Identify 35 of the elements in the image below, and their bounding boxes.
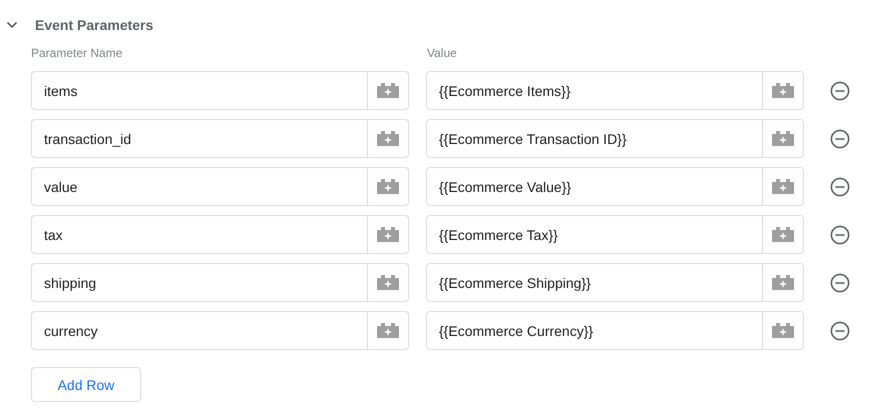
variable-picker-icon[interactable] bbox=[376, 179, 400, 194]
text-field[interactable]: shipping bbox=[31, 263, 409, 302]
text-field[interactable]: {{Ecommerce Tax}} bbox=[426, 215, 804, 254]
chevron-icon[interactable] bbox=[6, 21, 18, 29]
variable-picker-icon[interactable] bbox=[376, 323, 400, 338]
text-field[interactable]: transaction_id bbox=[31, 119, 409, 158]
variable-picker-icon[interactable] bbox=[771, 83, 795, 98]
column-label: Value bbox=[427, 46, 458, 62]
remove-icon[interactable] bbox=[830, 320, 850, 340]
text-field[interactable]: value bbox=[31, 167, 409, 206]
text-field[interactable]: {{Ecommerce Value}} bbox=[426, 167, 804, 206]
variable-picker-icon[interactable] bbox=[376, 275, 400, 290]
text-field[interactable]: tax bbox=[31, 215, 409, 254]
section-title: Event Parameters bbox=[35, 17, 154, 33]
column-label: Parameter Name bbox=[31, 46, 124, 62]
remove-icon[interactable] bbox=[830, 272, 850, 292]
text-field[interactable]: currency bbox=[31, 311, 409, 350]
text-field[interactable]: items bbox=[31, 71, 409, 110]
text-field[interactable]: {{Ecommerce Currency}} bbox=[426, 311, 804, 350]
variable-picker-icon[interactable] bbox=[376, 131, 400, 146]
variable-picker-icon[interactable] bbox=[771, 323, 795, 338]
text-field[interactable]: {{Ecommerce Shipping}} bbox=[426, 263, 804, 302]
variable-picker-icon[interactable] bbox=[771, 227, 795, 242]
variable-picker-icon[interactable] bbox=[376, 83, 400, 98]
variable-picker-icon[interactable] bbox=[771, 179, 795, 194]
text-field[interactable]: {{Ecommerce Transaction ID}} bbox=[426, 119, 804, 158]
variable-picker-icon[interactable] bbox=[376, 227, 400, 242]
variable-picker-icon[interactable] bbox=[771, 131, 795, 146]
remove-icon[interactable] bbox=[830, 176, 850, 196]
remove-icon[interactable] bbox=[830, 80, 850, 100]
remove-icon[interactable] bbox=[830, 128, 850, 148]
variable-picker-icon[interactable] bbox=[771, 275, 795, 290]
add-row-button[interactable]: Add Row bbox=[31, 367, 141, 402]
text-field[interactable]: {{Ecommerce Items}} bbox=[426, 71, 804, 110]
remove-icon[interactable] bbox=[830, 224, 850, 244]
